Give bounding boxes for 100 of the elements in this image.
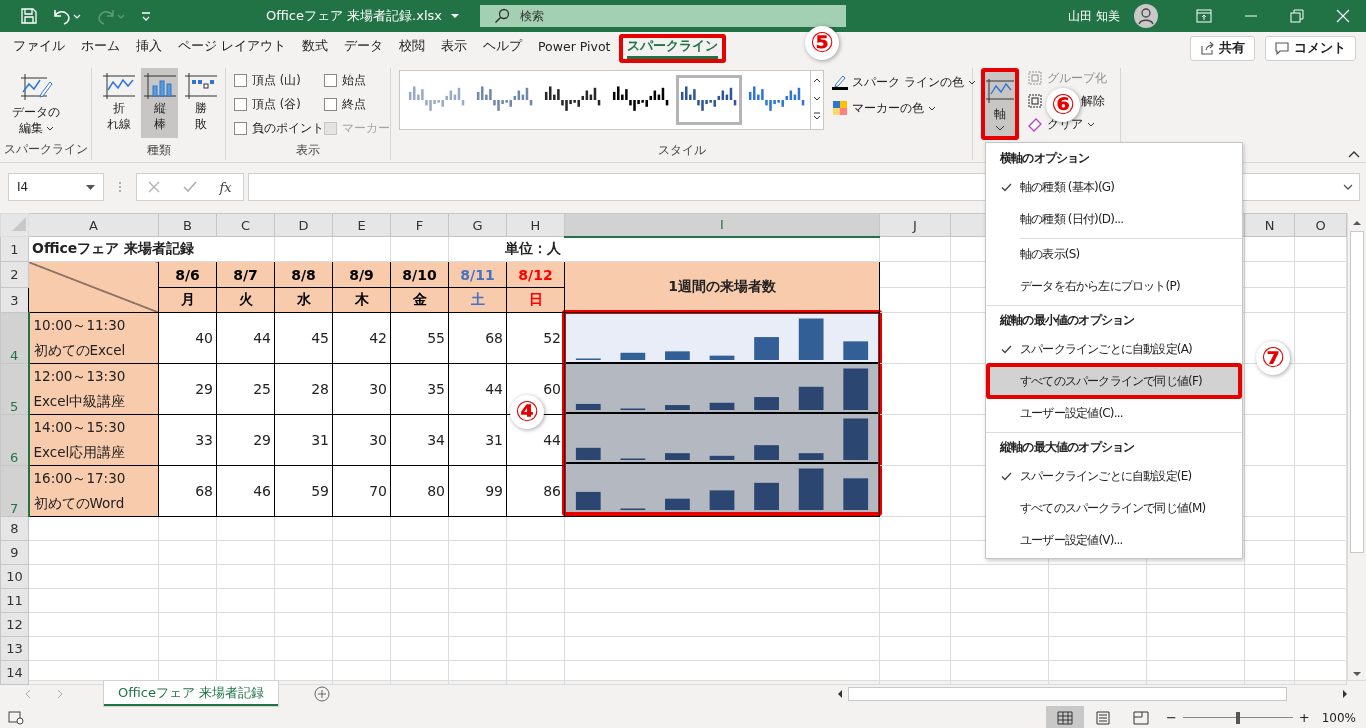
insert-function-button[interactable]: fx: [219, 179, 232, 195]
row-header[interactable]: 9: [0, 540, 29, 565]
sparkline-bar: [709, 402, 735, 410]
avatar-icon[interactable]: [1134, 4, 1158, 28]
sheet-tab[interactable]: Officeフェア 来場者記録: [104, 681, 279, 706]
scroll-right-icon[interactable]: [1340, 688, 1350, 699]
table-cell: 68: [158, 465, 217, 517]
checkbox[interactable]: [234, 97, 247, 111]
ribbon-tab[interactable]: 校閲: [392, 33, 432, 63]
line-sparkline-button[interactable]: 折 れ線: [100, 68, 137, 138]
expand-icon[interactable]: [1343, 184, 1353, 190]
row-header[interactable]: 1: [0, 236, 29, 262]
row-header[interactable]: 11: [0, 588, 29, 613]
checkbox[interactable]: [234, 73, 247, 87]
restore-icon[interactable]: [1290, 9, 1304, 23]
column-header[interactable]: F: [390, 213, 449, 237]
checkbox-label[interactable]: 始点: [342, 72, 366, 88]
sparkline-color-button[interactable]: スパーク ラインの色: [832, 72, 976, 92]
ribbon-tab[interactable]: ヘルプ: [476, 33, 529, 63]
previous-sheet-icon[interactable]: [24, 688, 32, 699]
ribbon-tab[interactable]: ページ レイアウト: [171, 33, 293, 63]
row-header[interactable]: 3: [0, 287, 29, 313]
slider-thumb[interactable]: [1235, 711, 1240, 724]
row-header[interactable]: 10: [0, 564, 29, 589]
comment-button[interactable]: コメント: [1265, 35, 1356, 61]
column-header[interactable]: D: [274, 213, 333, 237]
table-cell: 28: [274, 363, 333, 415]
checkbox-label[interactable]: 頂点 (山): [252, 72, 301, 88]
name-box[interactable]: I4: [8, 173, 104, 201]
ribbon-tab[interactable]: 数式: [295, 33, 335, 63]
column-header[interactable]: I: [564, 213, 880, 237]
ribbon-tab[interactable]: 挿入: [129, 33, 169, 63]
row-header[interactable]: 12: [0, 612, 29, 637]
checkbox[interactable]: [324, 97, 337, 111]
marker-color-button[interactable]: マーカーの色: [832, 98, 976, 118]
column-header[interactable]: G: [448, 213, 507, 237]
ribbon-tab[interactable]: ホーム: [74, 33, 127, 63]
unit-label: 単位：人: [505, 240, 561, 256]
next-sheet-icon[interactable]: [56, 688, 64, 699]
user-name[interactable]: 山田 知美: [1068, 7, 1120, 25]
checkbox-label[interactable]: 負のポイント: [252, 120, 324, 136]
row-header[interactable]: 13: [0, 636, 29, 661]
zoom-level[interactable]: 100%: [1321, 710, 1356, 725]
chart-header-cell: 1週間の来場者数: [564, 261, 880, 313]
table-cell: 31: [274, 414, 333, 466]
edit-data-button[interactable]: データの 編集: [0, 68, 72, 141]
customize-caret-icon[interactable]: [140, 10, 152, 22]
column-sparkline-button[interactable]: 縦 棒: [141, 68, 178, 138]
column-header[interactable]: O: [1294, 213, 1347, 237]
sparkline-bar: [665, 351, 690, 360]
ribbon-display-icon[interactable]: [1196, 9, 1212, 23]
vertical-scrollbar[interactable]: [1347, 213, 1366, 680]
ribbon-tab[interactable]: Power Pivot: [531, 34, 618, 62]
menu-item[interactable]: すべてのスパークラインで同じ値(F): [986, 363, 1242, 399]
column-header[interactable]: B: [158, 213, 217, 237]
sparkline-bar: [754, 482, 779, 510]
row-header[interactable]: 8: [0, 516, 29, 541]
sparkline-style-swatch[interactable]: [676, 75, 742, 125]
add-sheet-icon[interactable]: [314, 685, 331, 702]
row-header[interactable]: 2: [0, 261, 29, 288]
macro-record-icon[interactable]: [8, 710, 24, 725]
checkbox-label[interactable]: 頂点 (谷): [252, 96, 301, 112]
save-icon[interactable]: [20, 7, 38, 25]
table-cell: 45: [274, 312, 333, 364]
search-field[interactable]: 検索: [480, 5, 846, 27]
ribbon-tab[interactable]: データ: [337, 33, 390, 63]
row-header[interactable]: 14: [0, 660, 29, 685]
ribbon-tab[interactable]: 表示: [434, 33, 474, 63]
enter-icon[interactable]: [182, 181, 197, 193]
column-header[interactable]: N: [1244, 213, 1295, 237]
row-header[interactable]: 4: [0, 312, 29, 364]
sparkline-bar: [754, 445, 779, 460]
window-title: Officeフェア 来場者記録.xlsx: [266, 7, 442, 25]
sparkline-bar: [754, 337, 779, 360]
winloss-sparkline-button[interactable]: 勝 敗: [182, 68, 219, 138]
zoom-out-button[interactable]: −: [1165, 710, 1177, 725]
column-header[interactable]: H: [506, 213, 565, 237]
close-icon[interactable]: [1336, 9, 1350, 23]
table-cell: 80: [390, 465, 449, 517]
checkbox-label[interactable]: 終点: [342, 96, 366, 112]
ribbon-tab[interactable]: ファイル: [6, 33, 72, 63]
row-header[interactable]: 5: [0, 363, 29, 415]
checkbox[interactable]: [324, 73, 337, 87]
axis-button[interactable]: 軸: [981, 68, 1019, 140]
group-label: スタイル: [657, 143, 706, 159]
checkbox[interactable]: [234, 121, 247, 135]
zoom-in-button[interactable]: +: [1298, 710, 1310, 725]
collapse-ribbon-icon[interactable]: [1348, 150, 1360, 158]
column-header[interactable]: C: [216, 213, 275, 237]
column-header[interactable]: J: [879, 213, 951, 237]
column-header[interactable]: E: [332, 213, 391, 237]
normal-view-button[interactable]: [1045, 706, 1084, 728]
row-header[interactable]: 6: [0, 414, 29, 466]
undo-icon[interactable]: [52, 7, 82, 25]
row-header[interactable]: 7: [0, 465, 29, 517]
column-header[interactable]: A: [28, 213, 159, 237]
session-course: Excel応用講座: [33, 443, 127, 462]
cancel-icon[interactable]: [148, 181, 161, 193]
share-button[interactable]: 共有: [1190, 35, 1255, 61]
caret-icon[interactable]: [450, 13, 460, 19]
